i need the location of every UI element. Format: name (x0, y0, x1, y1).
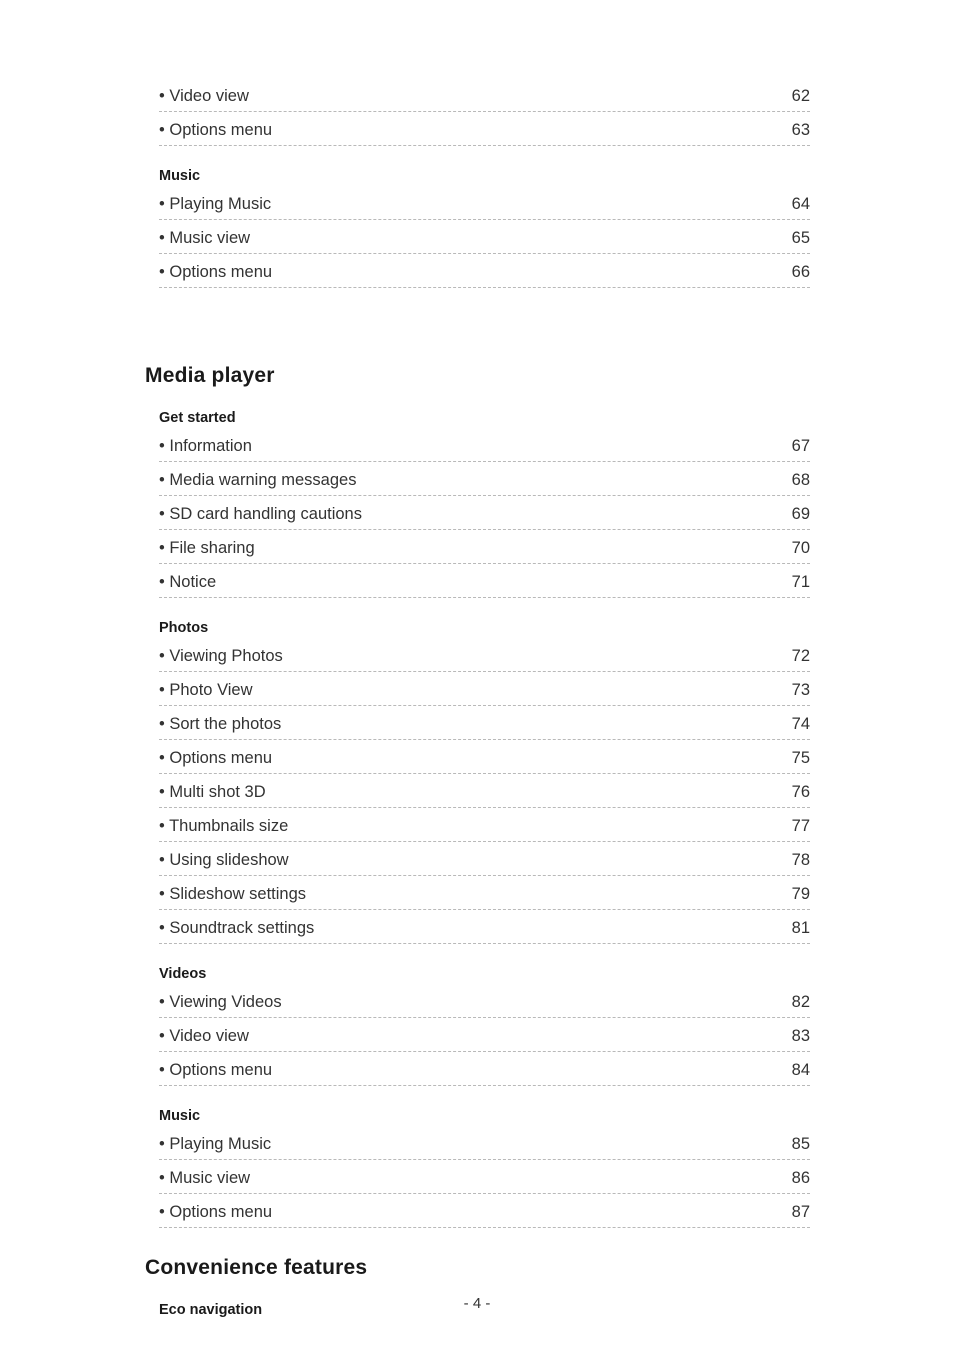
toc-entry-label: • Notice (159, 572, 217, 591)
toc-entry-page-number: 66 (791, 262, 810, 281)
chapter-heading: Media player (145, 364, 275, 387)
toc-entry[interactable]: • Sort the photos 74 (159, 706, 810, 740)
toc-entry-page-number: 79 (791, 884, 810, 903)
toc-entry[interactable]: • Notice 71 (159, 564, 810, 598)
table-of-contents: • Video view 62 • Options menu 63 Music • Pla… (145, 78, 810, 1318)
toc-entry-label: • Playing Music (159, 1134, 272, 1153)
toc-entry[interactable]: • Music view 86 (159, 1160, 810, 1194)
page-footer: - 4 - (463, 1295, 491, 1312)
toc-entry[interactable]: • File sharing 70 (159, 530, 810, 564)
toc-entry[interactable]: • Thumbnails size 77 (159, 808, 810, 842)
toc-entry[interactable]: • Options menu 63 (159, 112, 810, 146)
toc-entry[interactable]: • Slideshow settings 79 (159, 876, 810, 910)
toc-entry-label: • Sort the photos (159, 714, 282, 733)
toc-entry-page-number: 64 (791, 194, 810, 213)
toc-entry[interactable]: • Playing Music 64 (159, 186, 810, 220)
toc-entry-label: • Options menu (159, 120, 273, 139)
toc-entry[interactable]: • Music view 65 (159, 220, 810, 254)
toc-entry-label: • Video view (159, 1026, 249, 1045)
section-heading: Music (159, 168, 201, 184)
toc-entry[interactable]: • Options menu 75 (159, 740, 810, 774)
toc-entry-page-number: 63 (791, 120, 810, 139)
toc-entry-label: • Using slideshow (159, 850, 289, 869)
toc-entry-label: • File sharing (159, 538, 255, 557)
toc-entry-page-number: 70 (791, 538, 810, 557)
toc-entry-label: • Viewing Videos (159, 992, 282, 1011)
toc-entry-label: • Playing Music (159, 194, 272, 213)
toc-entry-label: • Options menu (159, 748, 273, 767)
toc-entry[interactable]: • Media warning messages 68 (159, 462, 810, 496)
toc-entry-page-number: 73 (791, 680, 810, 699)
toc-entry[interactable]: • Photo View 73 (159, 672, 810, 706)
toc-entry-page-number: 83 (791, 1026, 810, 1045)
toc-entry-page-number: 76 (791, 782, 810, 801)
toc-entry-label: • SD card handling cautions (159, 504, 362, 523)
toc-entry[interactable]: • Video view 62 (159, 78, 810, 112)
toc-entry[interactable]: • SD card handling cautions 69 (159, 496, 810, 530)
toc-entry[interactable]: • Playing Music 85 (159, 1126, 810, 1160)
toc-entry-label: • Music view (159, 228, 251, 247)
toc-entry-label: • Video view (159, 86, 249, 105)
toc-entry-page-number: 69 (791, 504, 810, 523)
toc-entry-label: • Viewing Photos (159, 646, 283, 665)
toc-entry[interactable]: • Using slideshow 78 (159, 842, 810, 876)
section-heading: Get started (159, 410, 236, 426)
chapter-heading: Convenience features (145, 1256, 368, 1279)
toc-entry-page-number: 68 (791, 470, 810, 489)
toc-entry-page-number: 81 (791, 918, 810, 937)
toc-entry-page-number: 84 (791, 1060, 810, 1079)
toc-entry-label: • Options menu (159, 262, 273, 281)
toc-entry[interactable]: • Viewing Videos 82 (159, 984, 810, 1018)
toc-entry[interactable]: • Viewing Photos 72 (159, 638, 810, 672)
toc-entry-page-number: 86 (791, 1168, 810, 1187)
toc-entry-label: • Media warning messages (159, 470, 357, 489)
toc-entry-page-number: 82 (791, 992, 810, 1011)
section-heading: Videos (159, 966, 207, 982)
toc-entry-label: • Photo View (159, 680, 253, 699)
toc-entry-page-number: 65 (791, 228, 810, 247)
document-page: • Video view 62 • Options menu 63 Music • Pla… (0, 0, 954, 1350)
toc-entry-page-number: 62 (791, 86, 810, 105)
toc-entry-label: • Soundtrack settings (159, 918, 315, 937)
toc-entry-page-number: 71 (791, 572, 810, 591)
toc-entry-page-number: 78 (791, 850, 810, 869)
section-heading: Music (159, 1108, 201, 1124)
toc-entry-page-number: 72 (791, 646, 810, 665)
toc-entry[interactable]: • Options menu 84 (159, 1052, 810, 1086)
toc-entry-label: • Music view (159, 1168, 251, 1187)
toc-entry[interactable]: • Options menu 87 (159, 1194, 810, 1228)
toc-entry[interactable]: • Multi shot 3D 76 (159, 774, 810, 808)
toc-entry[interactable]: • Information 67 (159, 428, 810, 462)
toc-entry-label: • Multi shot 3D (159, 782, 266, 801)
toc-entry-label: • Information (159, 436, 252, 455)
toc-entry-label: • Options menu (159, 1202, 273, 1221)
toc-entry[interactable]: • Options menu 66 (159, 254, 810, 288)
toc-entry-page-number: 75 (791, 748, 810, 767)
toc-entry[interactable]: • Video view 83 (159, 1018, 810, 1052)
toc-entry-label: • Options menu (159, 1060, 273, 1079)
section-heading: Photos (159, 620, 209, 636)
toc-entry-page-number: 87 (791, 1202, 810, 1221)
toc-entry-page-number: 74 (791, 714, 810, 733)
toc-entry-label: • Slideshow settings (159, 884, 307, 903)
toc-entry[interactable]: • Soundtrack settings 81 (159, 910, 810, 944)
toc-entry-page-number: 67 (791, 436, 810, 455)
toc-entry-label: • Thumbnails size (159, 816, 289, 835)
toc-entry-page-number: 85 (791, 1134, 810, 1153)
toc-entry-page-number: 77 (791, 816, 810, 835)
